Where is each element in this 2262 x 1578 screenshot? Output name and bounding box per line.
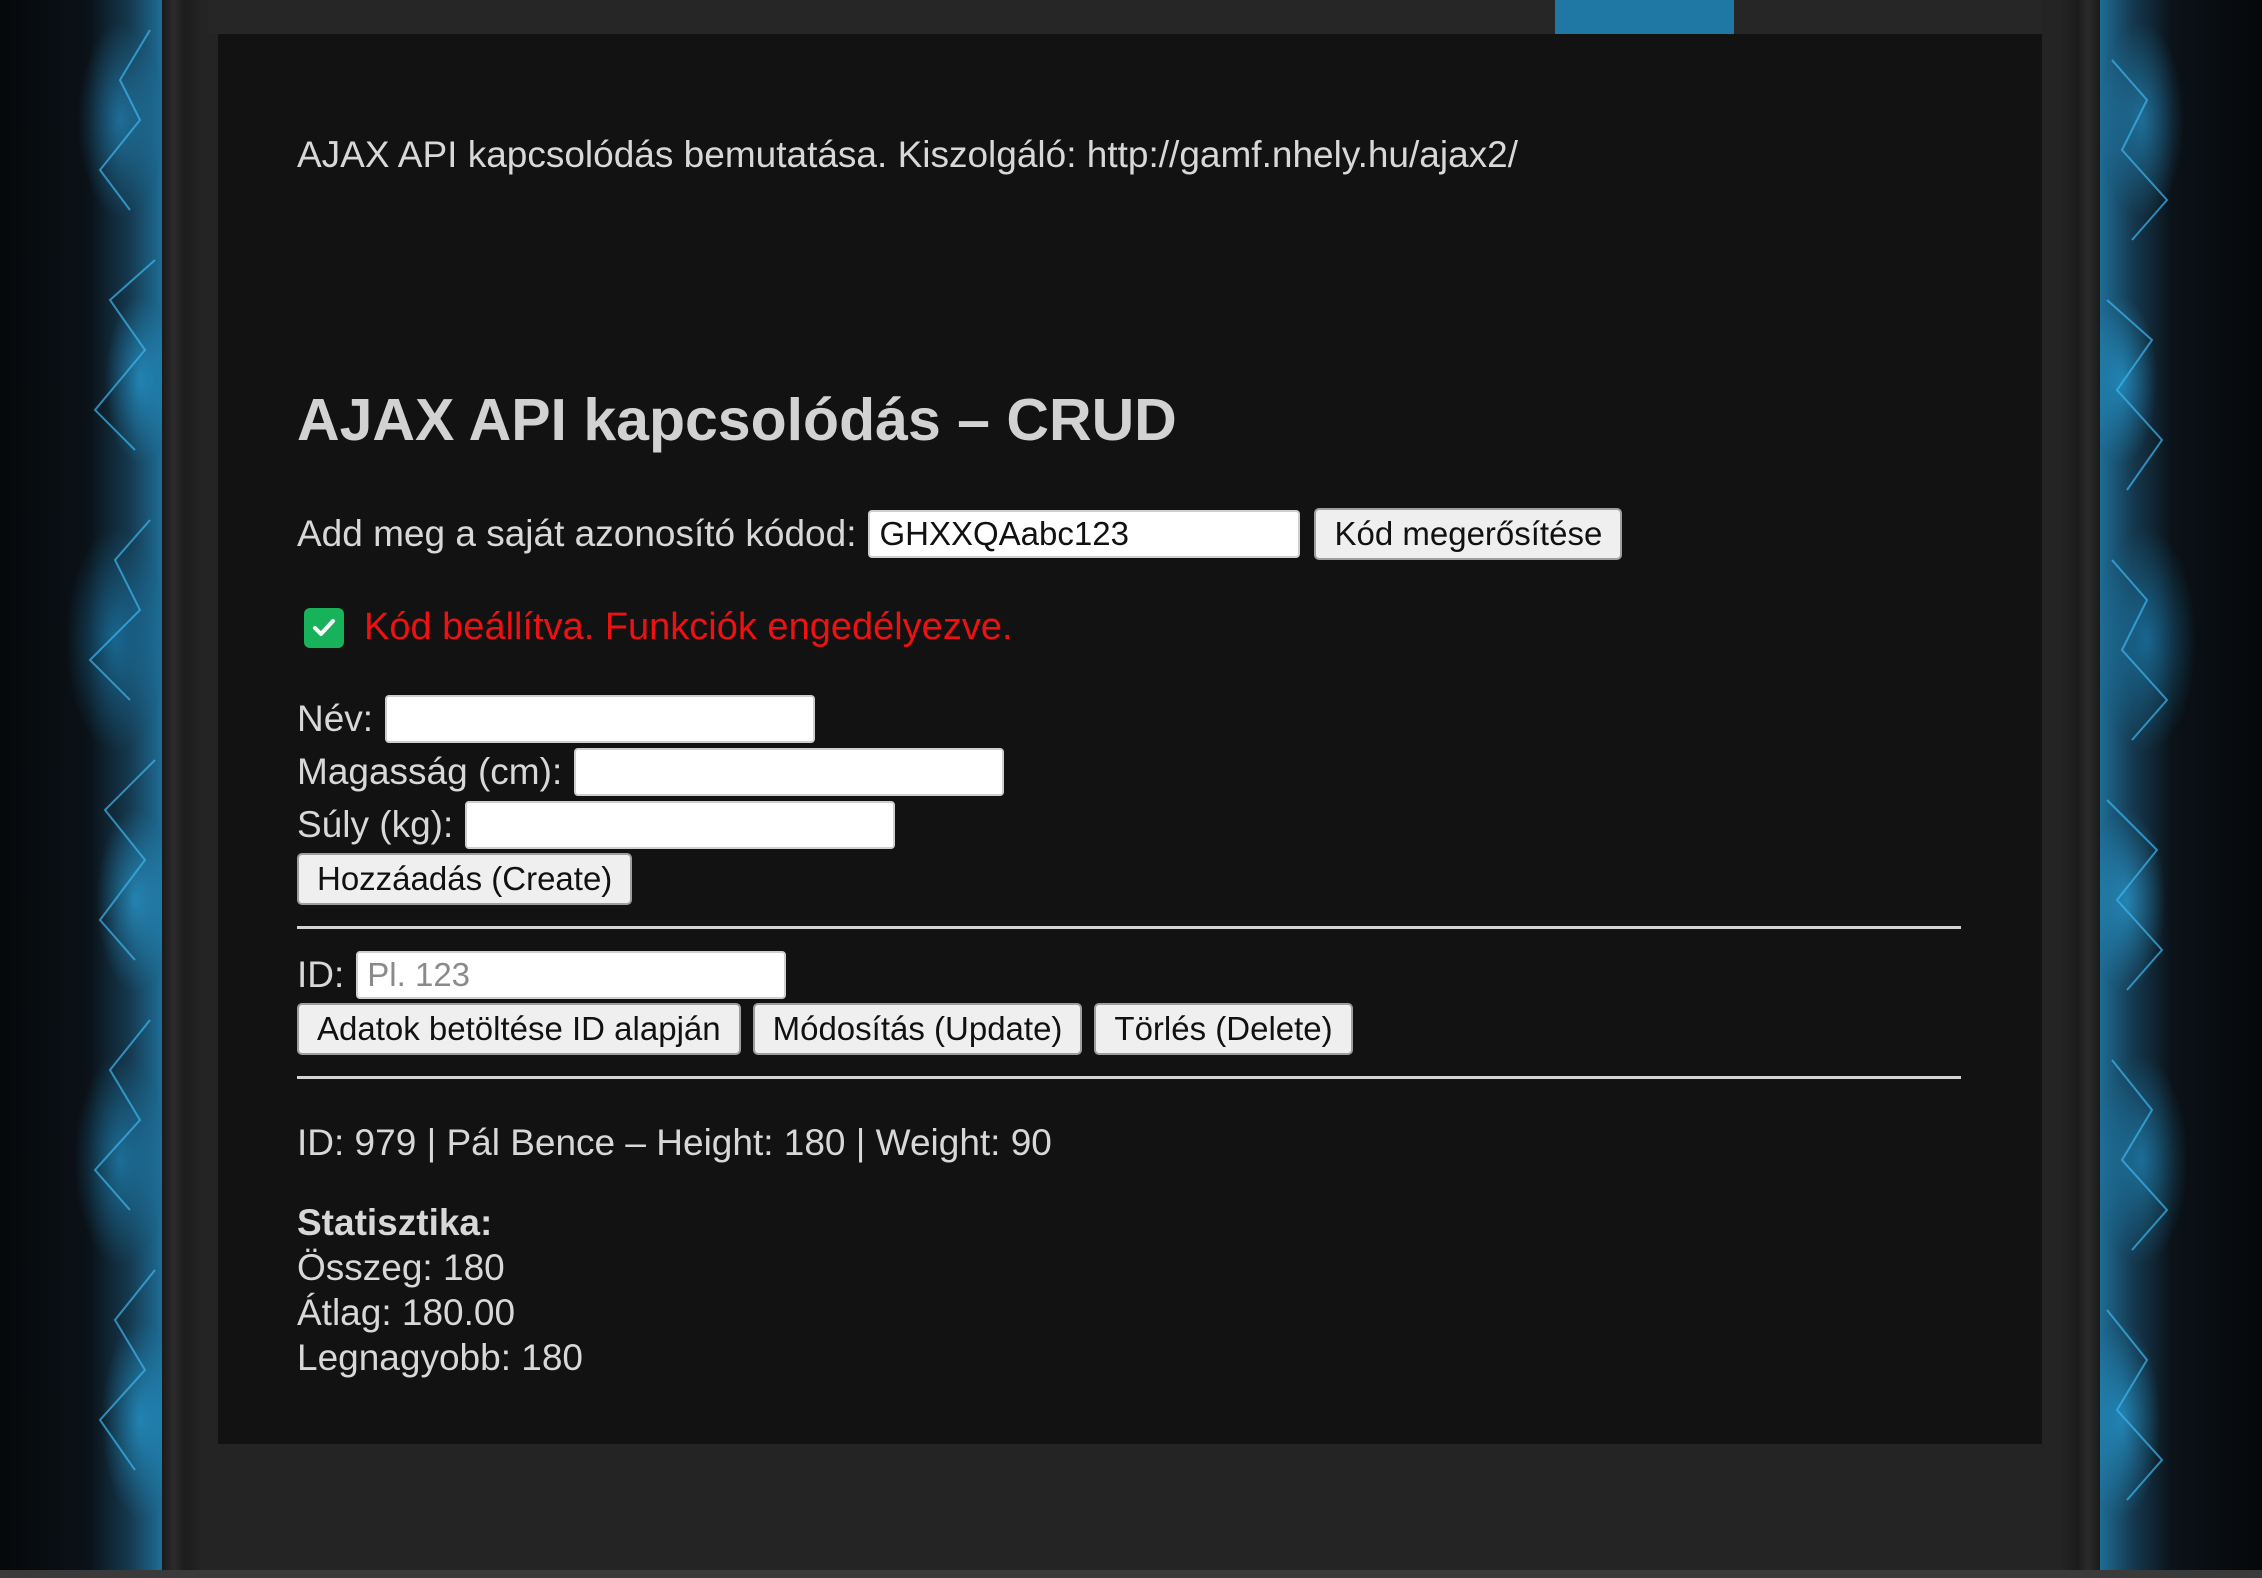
- id-label: ID:: [297, 954, 345, 995]
- id-actions-row: Adatok betöltése ID alapján Módosítás (U…: [297, 1003, 1353, 1055]
- code-label: Add meg a saját azonosító kódod:: [297, 513, 857, 554]
- stats-heading: Statisztika:: [297, 1202, 493, 1243]
- record-line: ID: 979 | Pál Bence – Height: 180 | Weig…: [297, 1122, 1052, 1163]
- height-input[interactable]: [574, 748, 1005, 796]
- right-decoration: [2100, 0, 2262, 1578]
- left-decoration: [0, 0, 162, 1578]
- statistics-block: Statisztika: Összeg: 180 Átlag: 180.00 L…: [297, 1200, 583, 1380]
- check-icon: [304, 607, 344, 648]
- divider-bottom: [297, 1076, 1961, 1079]
- id-input[interactable]: Pl. 123: [356, 951, 787, 999]
- top-nav-bar: [208, 0, 2042, 34]
- name-row: Név:: [297, 695, 816, 743]
- height-label: Magasság (cm):: [297, 751, 563, 792]
- update-button[interactable]: Módosítás (Update): [752, 1003, 1083, 1055]
- create-button[interactable]: Hozzáadás (Create): [297, 853, 633, 905]
- weight-input[interactable]: [465, 801, 896, 849]
- active-nav-tab[interactable]: [1555, 0, 1734, 34]
- name-input[interactable]: [385, 695, 816, 743]
- status-message: Kód beállítva. Funkciók engedélyezve.: [364, 606, 1013, 648]
- confirm-code-button[interactable]: Kód megerősítése: [1314, 508, 1623, 560]
- stats-max: Legnagyobb: 180: [297, 1337, 583, 1378]
- page: AJAX API kapcsolódás bemutatása. Kiszolg…: [0, 0, 2262, 1578]
- create-row: Hozzáadás (Create): [297, 853, 633, 905]
- code-input[interactable]: GHXXQAabc123: [868, 510, 1301, 558]
- divider-top: [297, 926, 1961, 929]
- weight-label: Súly (kg):: [297, 804, 454, 845]
- page-title: AJAX API kapcsolódás – CRUD: [297, 387, 1177, 453]
- height-row: Magasság (cm):: [297, 748, 1005, 796]
- main-content: AJAX API kapcsolódás bemutatása. Kiszolg…: [218, 34, 2042, 1444]
- weight-row: Súly (kg):: [297, 801, 896, 849]
- stats-sum: Összeg: 180: [297, 1247, 505, 1288]
- intro-text: AJAX API kapcsolódás bemutatása. Kiszolg…: [297, 134, 1519, 175]
- code-row: Add meg a saját azonosító kódod: GHXXQAa…: [297, 508, 1623, 560]
- bottom-strip: [0, 1570, 2262, 1578]
- load-by-id-button[interactable]: Adatok betöltése ID alapján: [297, 1003, 741, 1055]
- id-row: ID: Pl. 123: [297, 951, 787, 999]
- status-row: Kód beállítva. Funkciók engedélyezve.: [304, 606, 1013, 649]
- delete-button[interactable]: Törlés (Delete): [1094, 1003, 1353, 1055]
- stats-average: Átlag: 180.00: [297, 1292, 516, 1333]
- name-label: Név:: [297, 698, 374, 739]
